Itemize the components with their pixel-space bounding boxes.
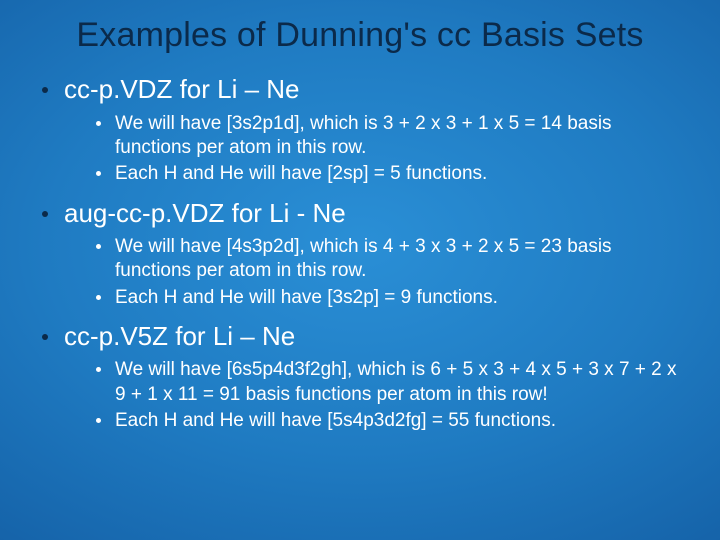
bullet-icon [96,171,101,176]
sub-item-text: Each H and He will have [2sp] = 5 functi… [115,162,487,186]
list-item: aug-cc-p.VDZ for Li - Ne We will have [4… [42,197,684,310]
bullet-icon [96,244,101,249]
list-item: Each H and He will have [3s2p] = 9 funct… [96,286,684,310]
sub-item-text: Each H and He will have [5s4p3d2fg] = 55… [115,409,556,433]
sub-item-text: We will have [3s2p1d], which is 3 + 2 x … [115,112,684,161]
sub-list: We will have [3s2p1d], which is 3 + 2 x … [42,112,684,187]
list-item: cc-p.VDZ for Li – Ne We will have [3s2p1… [42,73,684,186]
bullet-icon [42,87,48,93]
sub-list: We will have [6s5p4d3f2gh], which is 6 +… [42,358,684,433]
item-heading: cc-p.V5Z for Li – Ne [64,320,295,353]
sub-item-text: Each H and He will have [3s2p] = 9 funct… [115,286,498,310]
list-item: We will have [4s3p2d], which is 4 + 3 x … [96,235,684,284]
item-heading: cc-p.VDZ for Li – Ne [64,73,300,106]
list-item: cc-p.V5Z for Li – Ne We will have [6s5p4… [42,320,684,433]
slide-title: Examples of Dunning's cc Basis Sets [36,16,684,55]
bullet-icon [96,295,101,300]
sub-item-text: We will have [4s3p2d], which is 4 + 3 x … [115,235,684,284]
list-item: Each H and He will have [5s4p3d2fg] = 55… [96,409,684,433]
bullet-icon [42,334,48,340]
bullet-icon [96,367,101,372]
item-heading: aug-cc-p.VDZ for Li - Ne [64,197,346,230]
sub-item-text: We will have [6s5p4d3f2gh], which is 6 +… [115,358,684,407]
list-item: Each H and He will have [2sp] = 5 functi… [96,162,684,186]
list-item: We will have [3s2p1d], which is 3 + 2 x … [96,112,684,161]
bullet-list: cc-p.VDZ for Li – Ne We will have [3s2p1… [36,73,684,433]
bullet-icon [96,418,101,423]
sub-list: We will have [4s3p2d], which is 4 + 3 x … [42,235,684,310]
bullet-icon [42,211,48,217]
list-item: We will have [6s5p4d3f2gh], which is 6 +… [96,358,684,407]
bullet-icon [96,121,101,126]
